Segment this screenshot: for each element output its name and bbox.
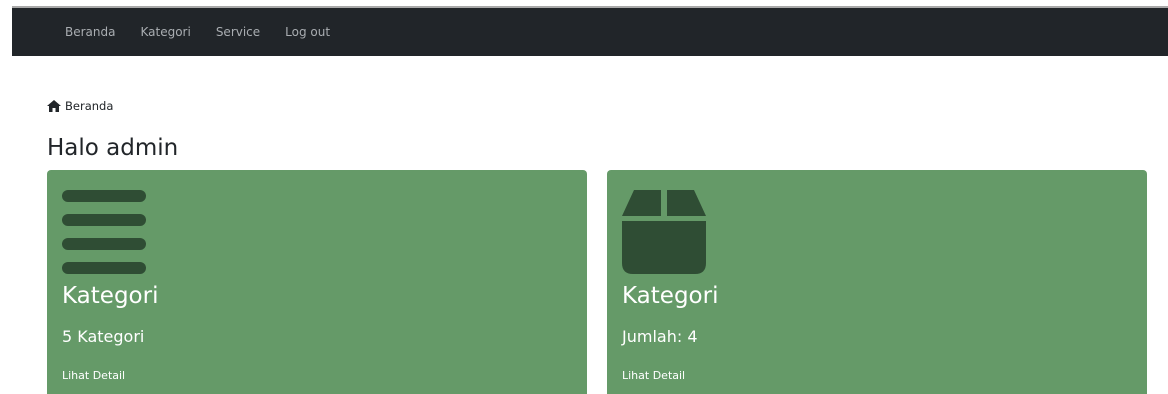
nav-menu: Beranda Kategori Service Log out: [65, 8, 355, 56]
card-title: Kategori: [62, 283, 159, 309]
nav-item-beranda[interactable]: Beranda: [65, 25, 115, 39]
card-kategori-count: Kategori 5 Kategori Lihat Detail: [47, 170, 587, 394]
nav-item-kategori[interactable]: Kategori: [140, 25, 190, 39]
view-detail-link[interactable]: Lihat Detail: [62, 369, 125, 382]
card-value: 5 Kategori: [62, 327, 145, 346]
nav-item-service[interactable]: Service: [216, 25, 260, 39]
page-title: Halo admin: [47, 135, 179, 161]
view-detail-link[interactable]: Lihat Detail: [622, 369, 685, 382]
top-navbar: Beranda Kategori Service Log out: [12, 6, 1168, 56]
bars-icon: [62, 190, 146, 278]
card-value: Jumlah: 4: [622, 327, 698, 346]
breadcrumb-item-beranda[interactable]: Beranda: [65, 99, 113, 113]
page: Beranda Kategori Service Log out Beranda…: [0, 0, 1168, 394]
nav-item-logout[interactable]: Log out: [285, 25, 330, 39]
box-icon: [622, 190, 706, 278]
home-icon: [47, 100, 61, 112]
card-title: Kategori: [622, 283, 719, 309]
breadcrumb: Beranda: [47, 99, 113, 113]
card-jumlah: Kategori Jumlah: 4 Lihat Detail: [607, 170, 1147, 394]
